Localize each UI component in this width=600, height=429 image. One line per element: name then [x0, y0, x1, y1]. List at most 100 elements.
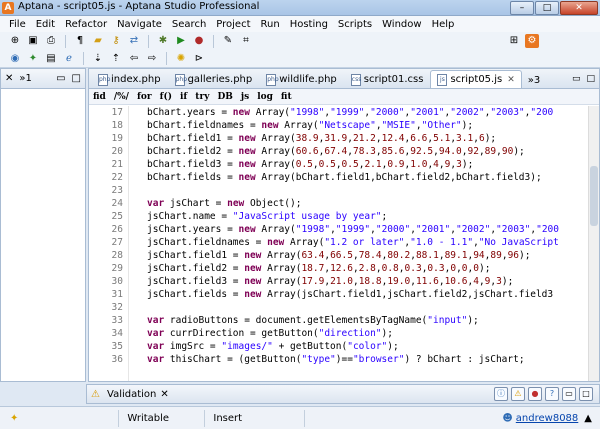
menu-project[interactable]: Project: [211, 19, 255, 30]
line-number: 35: [111, 341, 123, 352]
user-account-link[interactable]: andrew8088: [516, 413, 579, 424]
snippet-fid[interactable]: fid: [93, 92, 106, 102]
snippet-comment[interactable]: /%/: [114, 92, 129, 102]
ie-preview-icon[interactable]: ℯ: [62, 52, 76, 66]
code-line[interactable]: 35 var imgSrc = "images/" + getButton("co…: [89, 340, 589, 353]
server-icon[interactable]: ▤: [44, 52, 58, 66]
line-number: 18: [111, 120, 123, 131]
editor-controls: ▭ □: [568, 74, 599, 88]
aptana-perspective-icon[interactable]: ⚙: [525, 34, 539, 48]
menu-navigate[interactable]: Navigate: [112, 19, 167, 30]
up-arrow-icon[interactable]: ▲: [578, 413, 600, 424]
code-line[interactable]: 17 bChart.years = new Array("1998","1999"…: [89, 106, 589, 119]
external-tools-icon[interactable]: ●: [192, 34, 206, 48]
snippet-js[interactable]: js: [241, 92, 249, 102]
left-panel-overflow-tab[interactable]: »1: [19, 73, 31, 84]
menu-run[interactable]: Run: [256, 19, 285, 30]
web-project-icon[interactable]: ✦: [26, 52, 40, 66]
menu-bar: File Edit Refactor Navigate Search Proje…: [0, 16, 600, 32]
code-line[interactable]: 32: [89, 301, 589, 314]
code-editor[interactable]: 17 bChart.years = new Array("1998","1999"…: [89, 106, 589, 381]
prev-annotation-icon[interactable]: ⇡: [109, 52, 123, 66]
tab-wildlife-php[interactable]: php wildlife.php: [259, 70, 344, 88]
fast-view-icon[interactable]: ✦: [0, 413, 28, 424]
minimize-icon[interactable]: ▭: [572, 74, 581, 84]
globe-icon[interactable]: ◉: [8, 52, 22, 66]
tab-script01-css[interactable]: css script01.css: [344, 70, 431, 88]
tab-overflow[interactable]: »3: [522, 75, 546, 88]
snippet-function[interactable]: f(): [160, 92, 172, 102]
snippet-if[interactable]: if: [180, 92, 187, 102]
code-line[interactable]: 18 bChart.fieldnames = new Array("Netscap…: [89, 119, 589, 132]
code-line[interactable]: 25 jsChart.name = "JavaScript usage by ye…: [89, 210, 589, 223]
code-line[interactable]: 30 jsChart.field3 = new Array(17.9,21.0,1…: [89, 275, 589, 288]
close-button[interactable]: ✕: [560, 1, 598, 15]
code-line[interactable]: 34 var currDirection = getButton("directi…: [89, 327, 589, 340]
close-icon[interactable]: ✕: [5, 73, 13, 84]
warning-filter-icon[interactable]: ⚠: [511, 387, 525, 401]
menu-search[interactable]: Search: [167, 19, 211, 30]
tab-galleries-php[interactable]: php galleries.php: [168, 70, 260, 88]
maximize-icon[interactable]: □: [72, 73, 81, 84]
code-line[interactable]: 31 jsChart.fields = new Array(jsChart.fie…: [89, 288, 589, 301]
code-line[interactable]: 36 var thisChart = (getButton("type")=="b…: [89, 353, 589, 366]
close-icon[interactable]: ✕: [160, 389, 168, 400]
key-icon[interactable]: ⚷: [109, 34, 123, 48]
pencil-icon[interactable]: ✎: [221, 34, 235, 48]
code-line[interactable]: 20 bChart.field2 = new Array(60.6,67.4,78…: [89, 145, 589, 158]
snippet-fit[interactable]: fit: [281, 92, 292, 102]
folder-icon[interactable]: ▰: [91, 34, 105, 48]
snippet-log[interactable]: log: [257, 92, 273, 102]
snippet-try[interactable]: try: [195, 92, 209, 102]
line-number: 30: [111, 276, 123, 287]
error-filter-icon[interactable]: ●: [528, 387, 542, 401]
code-line[interactable]: 23: [89, 184, 589, 197]
template-icon[interactable]: ⌗: [239, 34, 253, 48]
filter-icon[interactable]: ⊳: [192, 52, 206, 66]
minimize-icon[interactable]: ▭: [56, 73, 65, 84]
code-line[interactable]: 21 bChart.field3 = new Array(0.5,0.5,0.5,…: [89, 158, 589, 171]
paragraph-icon[interactable]: ¶: [73, 34, 87, 48]
code-line[interactable]: 29 jsChart.field2 = new Array(18.7,12.6,2…: [89, 262, 589, 275]
help-icon[interactable]: ?: [545, 387, 559, 401]
maximize-icon[interactable]: □: [579, 387, 593, 401]
forward-arrow-icon[interactable]: ⇨: [145, 52, 159, 66]
code-line[interactable]: 26 jsChart.years = new Array("1998","1999…: [89, 223, 589, 236]
code-line[interactable]: 33 var radioButtons = document.getElement…: [89, 314, 589, 327]
tab-index-php[interactable]: php index.php: [91, 70, 168, 88]
vertical-scrollbar[interactable]: [588, 106, 599, 381]
print-icon[interactable]: ⎙: [44, 34, 58, 48]
close-tab-icon[interactable]: ✕: [507, 75, 515, 85]
debug-icon[interactable]: ✱: [156, 34, 170, 48]
code-line[interactable]: 27 jsChart.fieldnames = new Array("1.2 or…: [89, 236, 589, 249]
menu-edit[interactable]: Edit: [31, 19, 60, 30]
back-arrow-icon[interactable]: ⇦: [127, 52, 141, 66]
save-icon[interactable]: ▣: [26, 34, 40, 48]
maximize-button[interactable]: □: [535, 1, 559, 15]
perspective-icon[interactable]: ⊞: [507, 34, 521, 48]
tab-script05-js[interactable]: js script05.js ✕: [430, 70, 522, 88]
menu-hosting[interactable]: Hosting: [285, 19, 333, 30]
code-line[interactable]: 19 bChart.field1 = new Array(38.9,31.9,21…: [89, 132, 589, 145]
maximize-icon[interactable]: □: [586, 74, 595, 84]
validation-tab-label[interactable]: Validation: [107, 389, 156, 400]
snippet-db[interactable]: DB: [217, 92, 232, 102]
scrollbar-thumb[interactable]: [590, 166, 598, 226]
lightbulb-icon[interactable]: ✺: [174, 52, 188, 66]
code-line[interactable]: 28 jsChart.field1 = new Array(63.4,66.5,7…: [89, 249, 589, 262]
minimize-button[interactable]: –: [510, 1, 534, 15]
code-line[interactable]: 22 bChart.fields = new Array(bChart.field…: [89, 171, 589, 184]
ftp-icon[interactable]: ⇄: [127, 34, 141, 48]
menu-window[interactable]: Window: [377, 19, 426, 30]
minimize-icon[interactable]: ▭: [562, 387, 576, 401]
menu-help[interactable]: Help: [427, 19, 460, 30]
snippet-for[interactable]: for: [137, 92, 152, 102]
info-filter-icon[interactable]: ⓘ: [494, 387, 508, 401]
menu-scripts[interactable]: Scripts: [333, 19, 377, 30]
menu-refactor[interactable]: Refactor: [60, 19, 112, 30]
code-line[interactable]: 24 var jsChart = new Object();: [89, 197, 589, 210]
run-icon[interactable]: ▶: [174, 34, 188, 48]
menu-file[interactable]: File: [4, 19, 31, 30]
new-icon[interactable]: ⊕: [8, 34, 22, 48]
next-annotation-icon[interactable]: ⇣: [91, 52, 105, 66]
